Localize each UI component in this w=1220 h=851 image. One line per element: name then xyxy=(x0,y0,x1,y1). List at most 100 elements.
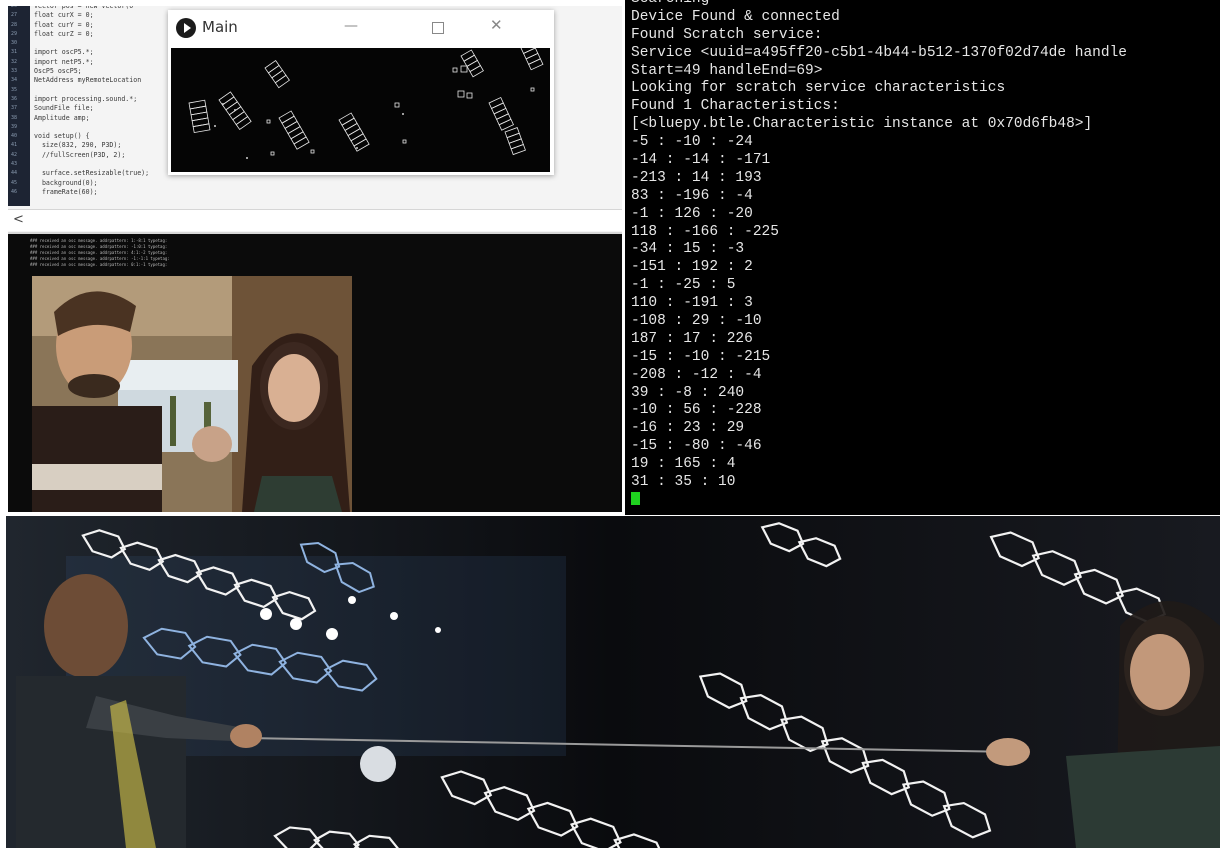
terminal-line: Device Found & connected xyxy=(631,8,840,25)
close-button[interactable]: ✕ xyxy=(490,16,503,34)
terminal-line: -15 : -10 : -215 xyxy=(631,348,771,365)
terminal-line: -16 : 23 : 29 xyxy=(631,420,745,437)
code-line: 44 surface.setResizable(true); xyxy=(11,169,150,178)
scroll-left-arrow-icon[interactable]: < xyxy=(13,212,24,227)
line-number: 44 xyxy=(11,170,18,177)
console-line: ### received an osc message. addrpattern… xyxy=(30,262,168,267)
line-number: 39 xyxy=(11,123,18,130)
line-number: 37 xyxy=(11,105,18,112)
code-text: size(832, 290, P3D); xyxy=(34,141,122,150)
terminal-line: -34 : 15 : -3 xyxy=(631,241,745,258)
line-number: 42 xyxy=(11,151,18,158)
terminal-line: 187 : 17 : 226 xyxy=(631,330,753,347)
console-output: ### received an osc message. addrpattern… xyxy=(30,238,170,268)
code-line: 38 Amplitude amp; xyxy=(11,113,149,123)
code-line: 37 SoundFile file; xyxy=(11,104,149,113)
terminal-line: Found 1 Characteristics: xyxy=(631,98,840,115)
code-text: float curZ = 0; xyxy=(34,29,94,38)
line-number: 29 xyxy=(11,30,18,37)
code-text: float curX = 0; xyxy=(34,11,94,20)
line-number: 41 xyxy=(11,142,18,149)
terminal-line: 39 : -8 : 240 xyxy=(631,384,745,401)
terminal-line: 19 : 165 : 4 xyxy=(631,456,736,473)
terminal-line: -10 : 56 : -228 xyxy=(631,402,762,419)
minimize-button[interactable]: — xyxy=(344,18,358,34)
code-editor[interactable]: 26 Vector pos = new Vector(0 27 float curX … xyxy=(8,6,622,234)
line-number: 33 xyxy=(11,68,18,75)
code-text: //fullScreen(P3D, 2); xyxy=(34,150,126,159)
line-number: 35 xyxy=(11,86,18,93)
code-line: 35 xyxy=(11,86,149,95)
sketch-title-bar[interactable]: Main — ✕ xyxy=(168,10,554,47)
code-line: 29 float curZ = 0; xyxy=(11,29,149,39)
terminal-line: 110 : -191 : 3 xyxy=(631,295,753,312)
webcam-image xyxy=(32,276,352,512)
line-number: 31 xyxy=(11,49,18,56)
installation-scene xyxy=(6,516,1220,848)
terminal-line: -14 : -14 : -171 xyxy=(631,152,771,169)
code-line: 40 void setup() { xyxy=(11,132,149,141)
terminal-prompt-line xyxy=(631,491,1127,510)
code-text: Amplitude amp; xyxy=(34,113,90,122)
code-line: 27 float curX = 0; xyxy=(11,11,149,20)
code-text: frameRate(60); xyxy=(34,187,98,196)
webcam-feed xyxy=(32,276,352,512)
terminal-cursor xyxy=(631,491,640,505)
terminal-line: 31 : 35 : 10 xyxy=(631,474,736,491)
horizontal-scrollbar[interactable]: < xyxy=(8,209,622,231)
line-number: 43 xyxy=(11,161,18,168)
code-text: void setup() { xyxy=(34,132,90,141)
terminal-line: -15 : -80 : -46 xyxy=(631,438,762,455)
terminal-line: -5 : -10 : -24 xyxy=(631,134,753,151)
sketch-window-title: Main xyxy=(202,18,238,36)
code-area[interactable]: 26 Vector pos = new Vector(0 27 float curX … xyxy=(11,6,150,197)
code-line: 32 import netP5.*; xyxy=(11,57,149,67)
processing-app-icon xyxy=(176,18,196,38)
sketch-window[interactable]: Main — ✕ xyxy=(168,10,554,175)
code-line: 30 xyxy=(11,39,149,48)
maximize-button[interactable] xyxy=(432,22,444,34)
code-line: 33 OscP5 oscP5; xyxy=(11,67,149,76)
code-text: float curY = 0; xyxy=(34,20,94,29)
installation-photo xyxy=(6,516,1220,848)
line-number: 34 xyxy=(11,77,18,84)
line-number: 28 xyxy=(11,21,18,28)
terminal-window[interactable]: SearchingDevice Found & connectedFound S… xyxy=(625,0,1220,515)
code-line: 42 //fullScreen(P3D, 2); xyxy=(11,150,149,160)
code-line: 41 size(832, 290, P3D); xyxy=(11,141,149,150)
terminal-line: -208 : -12 : -4 xyxy=(631,366,762,383)
code-text: import netP5.*; xyxy=(34,57,94,66)
code-line: 28 float curY = 0; xyxy=(11,20,149,30)
terminal-line: -1 : -25 : 5 xyxy=(631,277,736,294)
code-text: OscP5 oscP5; xyxy=(34,67,82,76)
code-text: surface.setResizable(true); xyxy=(34,169,150,178)
code-text: SoundFile file; xyxy=(34,104,94,113)
sketch-canvas xyxy=(171,41,550,172)
code-text: import processing.sound.*; xyxy=(34,94,138,103)
line-number: 32 xyxy=(11,58,18,65)
line-number: 27 xyxy=(11,12,18,19)
code-text: import oscP5.*; xyxy=(34,48,94,57)
code-line: 45 background(0); xyxy=(11,179,149,188)
terminal-line: -151 : 192 : 2 xyxy=(631,259,753,276)
code-text: Vector pos = new Vector(0 xyxy=(34,6,134,10)
code-line: 46 frameRate(60); xyxy=(11,187,149,197)
terminal-line: Looking for scratch service characterist… xyxy=(631,80,1006,97)
terminal-line: 118 : -166 : -225 xyxy=(631,223,779,240)
terminal-line: Searching xyxy=(631,0,1127,9)
terminal-line: Found Scratch service: xyxy=(631,26,823,43)
terminal-output: SearchingDevice Found & connectedFound S… xyxy=(631,0,1127,510)
code-line: 34 NetAddress myRemoteLocation xyxy=(11,76,149,85)
terminal-line: -108 : 29 : -10 xyxy=(631,313,762,330)
line-number: 38 xyxy=(11,114,18,121)
terminal-line: Start=49 handleEnd=69> xyxy=(631,62,823,79)
code-line: 31 import oscP5.*; xyxy=(11,48,149,57)
line-number: 40 xyxy=(11,133,18,140)
sketch-render xyxy=(188,41,544,159)
code-line: 39 xyxy=(11,123,149,132)
terminal-line: 83 : -196 : -4 xyxy=(631,187,753,204)
line-number: 30 xyxy=(11,40,18,47)
line-number: 36 xyxy=(11,95,18,102)
line-number: 45 xyxy=(11,179,18,186)
line-number: 46 xyxy=(11,188,18,195)
